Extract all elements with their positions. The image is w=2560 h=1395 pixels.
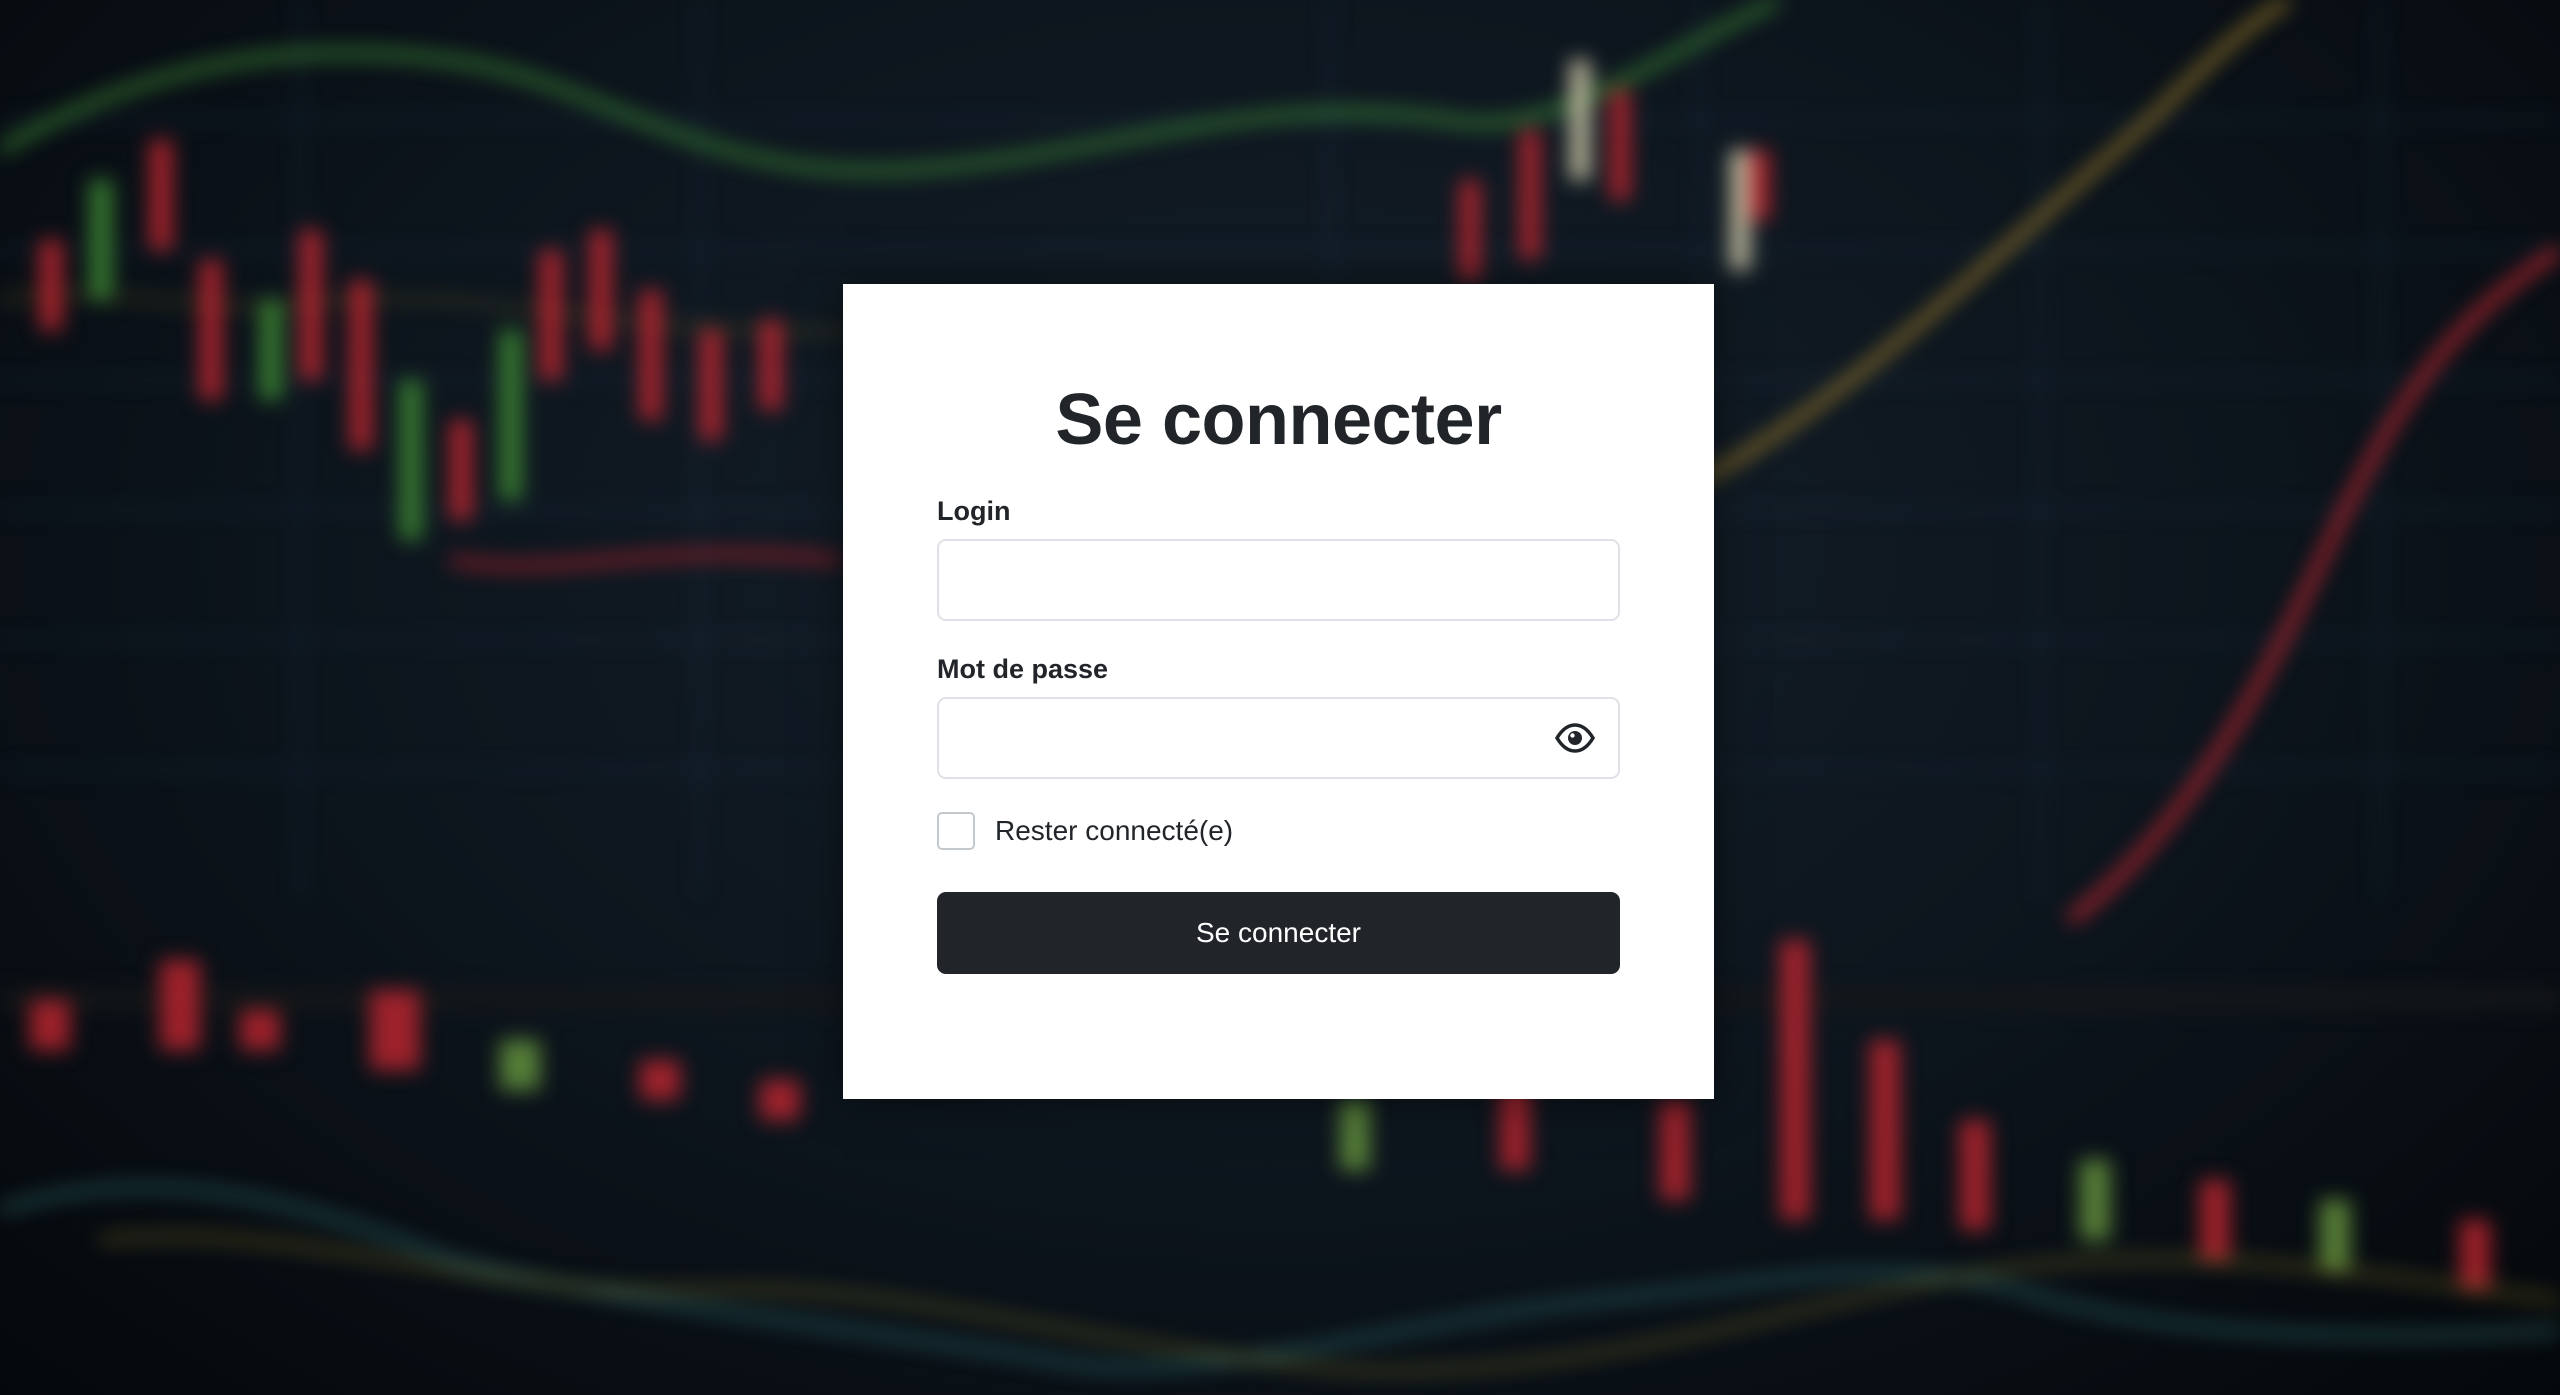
password-label: Mot de passe (937, 654, 1109, 684)
eye-icon[interactable] (1554, 722, 1596, 754)
remember-me-label[interactable]: Rester connecté(e) (995, 812, 1233, 850)
login-input[interactable] (937, 539, 1620, 621)
login-label: Login (937, 496, 1011, 526)
login-card: Se connecter Login Mot de passe Rester c… (843, 284, 1714, 1099)
password-input[interactable] (937, 697, 1620, 779)
submit-button[interactable]: Se connecter (937, 892, 1620, 974)
remember-me-checkbox[interactable] (937, 812, 975, 850)
page-title: Se connecter (1055, 380, 1502, 460)
